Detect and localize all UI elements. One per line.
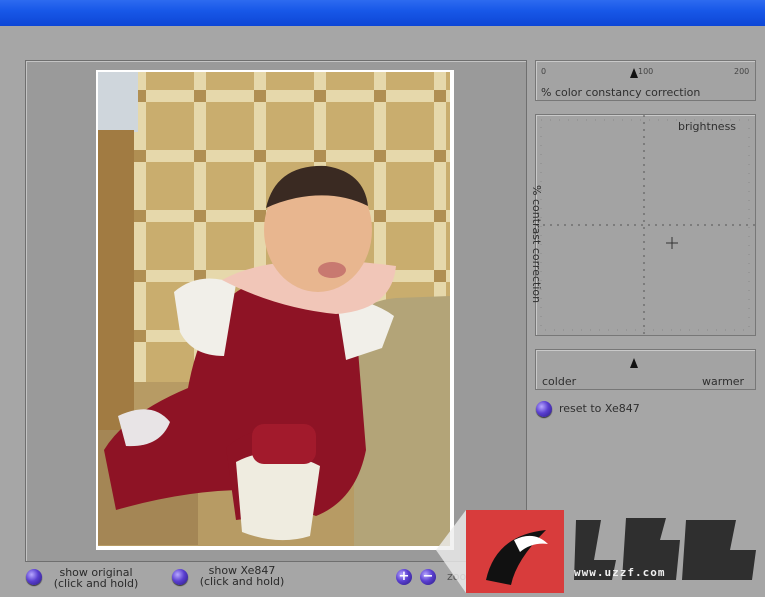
warmer-label: warmer <box>702 375 745 388</box>
crosshair-icon[interactable] <box>666 234 678 249</box>
brightness-contrast-grid <box>536 115 755 335</box>
color-constancy-tick-100: 100 <box>638 67 654 76</box>
window-titlebar <box>0 0 765 26</box>
show-xe847-label[interactable]: show Xe847 (click and hold) <box>190 565 294 587</box>
watermark-logo: www.uzzf.com <box>436 500 765 593</box>
show-original-line2: (click and hold) <box>53 577 139 590</box>
baby-photo-image <box>98 72 450 546</box>
color-constancy-label: % color constancy correction <box>541 86 701 99</box>
brightness-label: brightness <box>678 120 737 133</box>
color-constancy-tick-200: 200 <box>734 67 750 76</box>
show-original-label[interactable]: show original (click and hold) <box>44 567 148 589</box>
watermark-url: www.uzzf.com <box>574 566 666 579</box>
color-constancy-tick-0: 0 <box>541 67 547 76</box>
show-xe847-button[interactable] <box>172 569 188 585</box>
brightness-contrast-pad[interactable] <box>535 114 756 336</box>
color-constancy-thumb[interactable] <box>630 68 638 78</box>
reset-button-label[interactable]: reset to Xe847 <box>559 402 640 415</box>
show-original-button[interactable] <box>26 569 42 585</box>
photo-preview <box>96 70 454 550</box>
reset-button-icon[interactable] <box>536 401 552 417</box>
watermark-graphic <box>436 510 756 593</box>
contrast-label: % contrast correction <box>530 185 543 304</box>
colder-label: colder <box>542 375 577 388</box>
show-xe847-line2: (click and hold) <box>199 575 285 588</box>
zoom-out-button[interactable]: − <box>420 569 436 585</box>
zoom-in-button[interactable]: + <box>396 569 412 585</box>
color-temperature-thumb[interactable] <box>630 358 638 368</box>
